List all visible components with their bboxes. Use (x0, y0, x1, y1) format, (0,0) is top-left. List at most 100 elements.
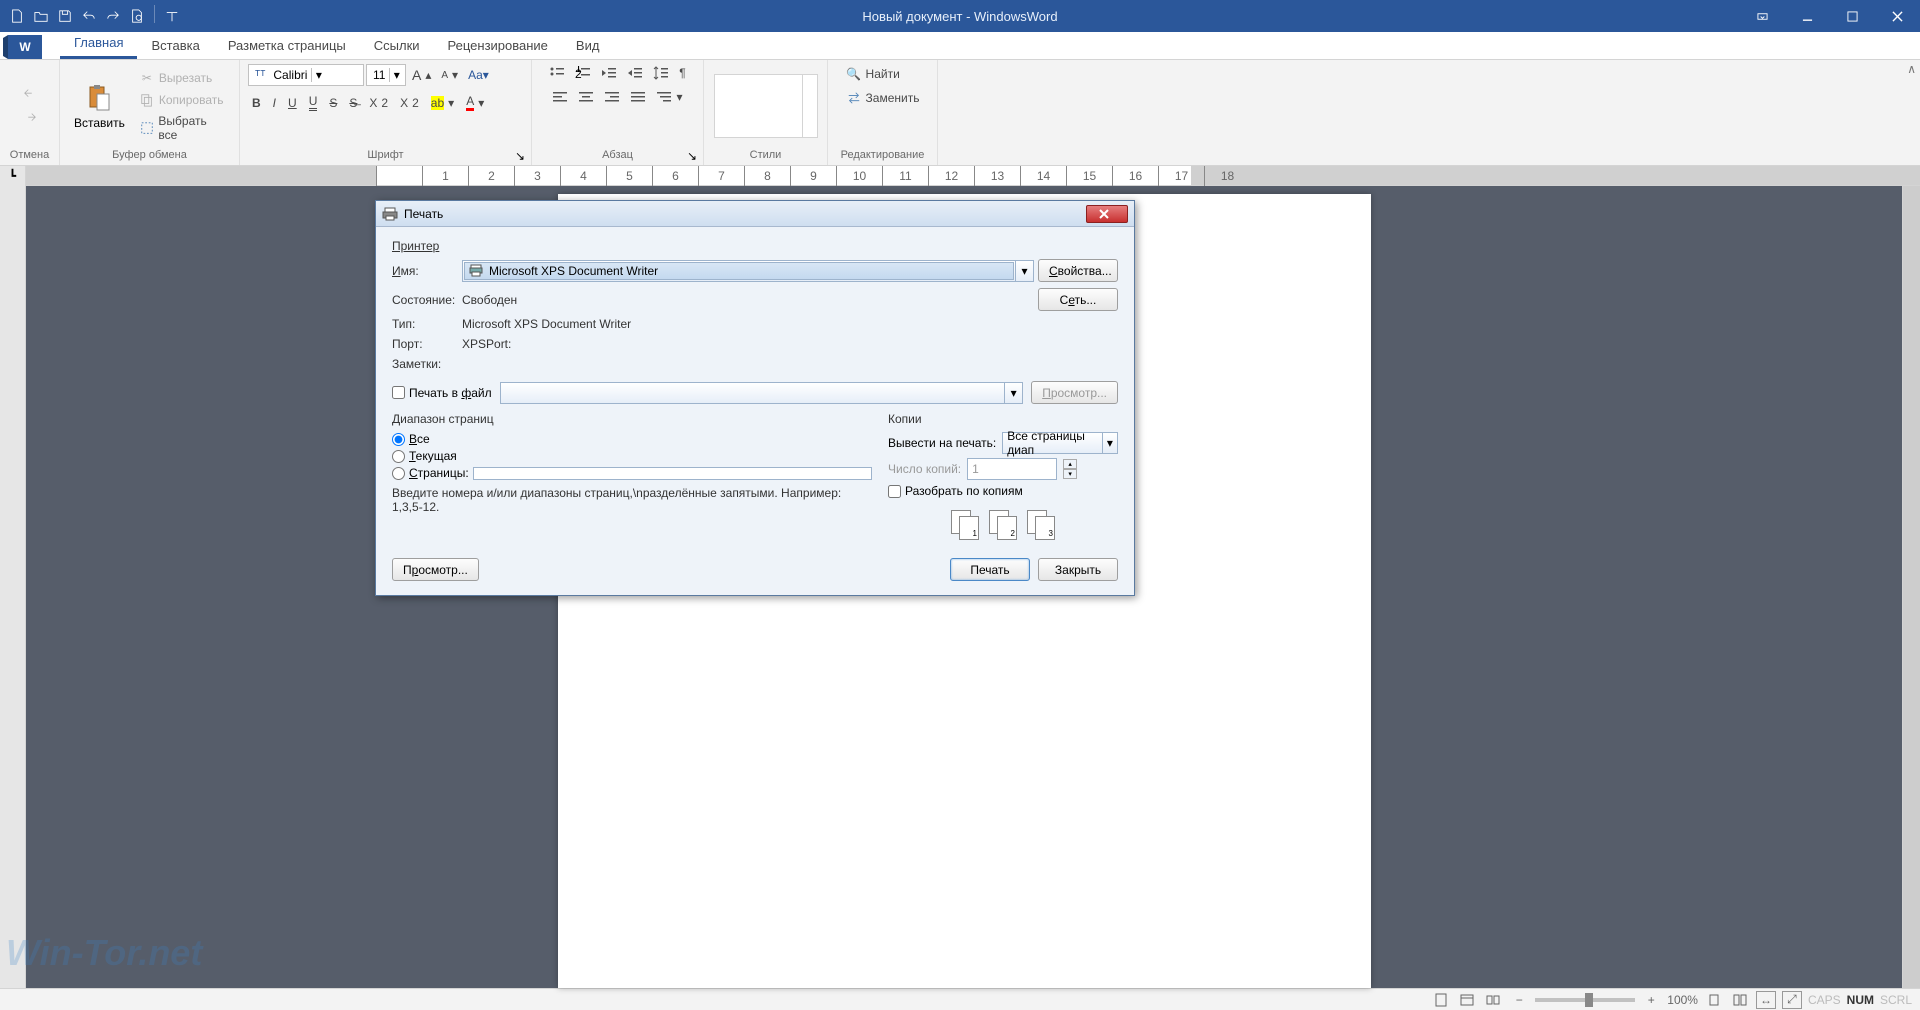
paragraph-dialog-launcher[interactable]: ↘ (687, 149, 701, 163)
double-underline-button[interactable]: U (305, 92, 322, 113)
undo-button[interactable] (18, 84, 42, 104)
port-value: XPSPort: (462, 337, 1118, 351)
printer-icon (382, 206, 398, 222)
titlebar: Новый документ - WindowsWord (0, 0, 1920, 32)
file-path-combo[interactable]: ▾ (500, 382, 1024, 404)
view-outline-icon[interactable] (1483, 991, 1503, 1009)
printer-name-combo[interactable]: Microsoft XPS Document Writer ▾ (462, 260, 1034, 282)
numbering-button[interactable]: 12 (571, 64, 595, 82)
cut-button[interactable]: ✂Вырезать (135, 68, 231, 88)
font-name-combo[interactable]: ᵀᵀCalibri▾ (248, 64, 364, 86)
qat-new-icon[interactable] (6, 5, 28, 27)
fit-page-button[interactable]: ⤢ (1782, 991, 1802, 1009)
qat-print-preview-icon[interactable] (126, 5, 148, 27)
status-label: Состояние: (392, 293, 458, 307)
superscript-button[interactable]: X2 (396, 94, 423, 112)
num-indicator: NUM (1847, 993, 1874, 1007)
font-dialog-launcher[interactable]: ↘ (515, 149, 529, 163)
redo-button[interactable] (18, 108, 42, 128)
range-pages-radio[interactable]: Страницы: (392, 466, 872, 480)
collate-checkbox[interactable]: Разобрать по копиям (888, 484, 1118, 498)
subscript-button[interactable]: X2 (365, 94, 392, 112)
zoom-in-button[interactable]: + (1641, 991, 1661, 1009)
copies-section-label: Копии (888, 412, 1118, 426)
range-current-radio[interactable]: Текущая (392, 449, 872, 463)
num-copies-input[interactable] (967, 458, 1057, 480)
app-logo[interactable]: W (8, 35, 42, 59)
collapse-ribbon-icon[interactable]: ∧ (1907, 62, 1916, 76)
paste-button[interactable]: Вставить (68, 78, 131, 134)
qat-redo-icon[interactable] (102, 5, 124, 27)
vertical-ruler[interactable] (0, 186, 26, 988)
output-combo[interactable]: Все страницы диап▾ (1002, 432, 1118, 454)
maximize-icon[interactable] (1830, 0, 1875, 32)
cut-icon: ✂ (139, 70, 155, 86)
shrink-font-button[interactable]: A▾ (437, 66, 462, 84)
view-print-layout-icon[interactable] (1431, 991, 1451, 1009)
dialog-titlebar[interactable]: Печать (376, 201, 1134, 227)
spin-down-button[interactable]: ▾ (1063, 469, 1077, 479)
browse-button[interactable]: Просмотр... (1031, 381, 1118, 404)
preview-button[interactable]: Просмотр... (392, 558, 479, 581)
bold-button[interactable]: B (248, 94, 265, 112)
ribbon-options-icon[interactable] (1740, 0, 1785, 32)
qat-customize-icon[interactable] (161, 5, 183, 27)
zoom-out-button[interactable]: − (1509, 991, 1529, 1009)
bullets-button[interactable] (545, 64, 569, 82)
range-all-radio[interactable]: Все (392, 432, 872, 446)
replace-button[interactable]: Заменить (842, 88, 924, 108)
qat-save-icon[interactable] (54, 5, 76, 27)
tab-insert[interactable]: Вставка (137, 32, 213, 59)
spin-up-button[interactable]: ▴ (1063, 459, 1077, 469)
highlight-button[interactable]: ab▾ (427, 94, 458, 112)
dialog-close-button[interactable] (1086, 205, 1128, 223)
tab-home[interactable]: Главная (60, 29, 137, 59)
copy-button[interactable]: Копировать (135, 90, 231, 110)
view-mode-2-icon[interactable] (1730, 991, 1750, 1009)
justify-button[interactable] (626, 88, 650, 106)
increase-indent-button[interactable] (623, 64, 647, 82)
line-spacing-button[interactable] (649, 64, 673, 82)
align-left-button[interactable] (548, 88, 572, 106)
zoom-slider[interactable] (1535, 998, 1635, 1002)
qat-undo-icon[interactable] (78, 5, 100, 27)
close-button[interactable]: Закрыть (1038, 558, 1118, 581)
grow-font-button[interactable]: A▴ (408, 65, 435, 85)
underline-button[interactable]: U (284, 94, 301, 112)
strikethrough-button[interactable]: S (325, 94, 341, 112)
chevron-down-icon: ▾ (389, 68, 403, 82)
close-icon[interactable] (1875, 0, 1920, 32)
select-all-button[interactable]: Выбрать все (135, 112, 231, 144)
decrease-indent-button[interactable] (597, 64, 621, 82)
pages-input[interactable] (473, 467, 872, 480)
network-button[interactable]: Сеть... (1038, 288, 1118, 311)
properties-button[interactable]: Свойства... (1038, 259, 1118, 282)
change-case-button[interactable]: Aa▾ (464, 66, 493, 84)
fit-width-button[interactable]: ↔ (1756, 991, 1776, 1009)
dialog-title: Печать (404, 207, 443, 221)
qat-open-icon[interactable] (30, 5, 52, 27)
tab-page-layout[interactable]: Разметка страницы (214, 32, 360, 59)
styles-gallery[interactable] (714, 74, 818, 138)
font-size-combo[interactable]: 11▾ (366, 64, 406, 86)
view-mode-1-icon[interactable] (1704, 991, 1724, 1009)
double-strike-button[interactable]: S̶ (345, 94, 361, 112)
multilevel-list-button[interactable]: ▾ (652, 88, 686, 106)
tab-review[interactable]: Рецензирование (434, 32, 562, 59)
align-right-button[interactable] (600, 88, 624, 106)
ruler-corner-icon[interactable]: ┗ (0, 166, 26, 186)
font-color-button[interactable]: A▾ (462, 92, 488, 113)
pilcrow-button[interactable]: ¶ (675, 64, 689, 82)
print-to-file-checkbox[interactable]: Печать в файл (392, 386, 492, 400)
vertical-scrollbar[interactable] (1902, 186, 1920, 988)
view-web-layout-icon[interactable] (1457, 991, 1477, 1009)
align-center-button[interactable] (574, 88, 598, 106)
find-button[interactable]: 🔍Найти (842, 64, 904, 84)
italic-button[interactable]: I (269, 94, 280, 112)
tab-links[interactable]: Ссылки (360, 32, 434, 59)
type-label: Тип: (392, 317, 458, 331)
minimize-icon[interactable] (1785, 0, 1830, 32)
print-button[interactable]: Печать (950, 558, 1030, 581)
tab-view[interactable]: Вид (562, 32, 614, 59)
horizontal-ruler[interactable]: ┗ 123456789101112131415161718 (0, 166, 1920, 186)
